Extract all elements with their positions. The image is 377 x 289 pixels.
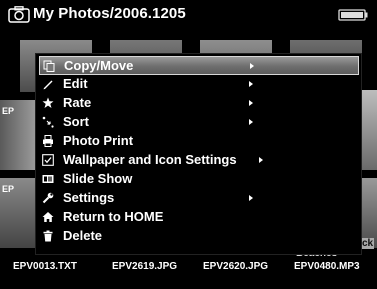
filename-row: EPV0013.TXT EPV2619.JPG EPV2620.JPG EPV0… [0, 261, 377, 275]
slideshow-icon [42, 175, 54, 183]
menu-item-delete[interactable]: Delete [36, 227, 361, 246]
menu-item-label: Copy/Move [64, 58, 134, 73]
menu-item-return-home[interactable]: Return to HOME [36, 208, 361, 227]
menu-item-photo-print[interactable]: Photo Print [36, 132, 361, 151]
menu-item-edit[interactable]: Edit [36, 75, 361, 94]
title-bar: My Photos/2006.1205 [0, 0, 377, 30]
wallpaper-icon [42, 154, 54, 166]
menu-item-label: Sort [63, 114, 89, 129]
chevron-right-icon [259, 157, 263, 163]
printer-icon [43, 135, 53, 147]
menu-item-slide-show[interactable]: Slide Show [36, 170, 361, 189]
pencil-icon [43, 80, 53, 90]
thumbnail-caption: ck [361, 238, 375, 249]
camera-icon [8, 6, 30, 23]
wrench-icon [42, 192, 54, 204]
filename: EPV2620.JPG [203, 261, 269, 272]
chevron-right-icon [250, 63, 254, 69]
sort-icon [42, 116, 54, 128]
menu-item-settings[interactable]: Settings [36, 189, 361, 208]
context-menu: Copy/Move Edit Rate Sort Photo Print Wal… [35, 53, 362, 255]
menu-item-label: Return to HOME [63, 209, 164, 224]
menu-item-label: Wallpaper and Icon Settings [63, 152, 237, 167]
menu-item-wallpaper-settings[interactable]: Wallpaper and Icon Settings [36, 151, 361, 170]
menu-item-label: Edit [63, 76, 88, 91]
battery-icon [338, 9, 368, 21]
filename: EPV0480.MP3 [294, 261, 360, 272]
star-icon [42, 97, 54, 108]
page-title: My Photos/2006.1205 [33, 5, 186, 22]
menu-item-copy-move[interactable]: Copy/Move [39, 56, 359, 75]
side-label: EP [2, 106, 15, 116]
menu-item-label: Delete [63, 228, 103, 243]
chevron-right-icon [249, 100, 253, 106]
menu-item-label: Slide Show [63, 171, 133, 186]
side-label: EP [2, 184, 15, 194]
chevron-right-icon [249, 81, 253, 87]
copy-icon [43, 60, 55, 72]
filename: EPV2619.JPG [112, 261, 178, 272]
menu-item-label: Settings [63, 190, 115, 205]
filename: EPV0013.TXT [13, 261, 77, 272]
trash-icon [43, 230, 53, 242]
menu-item-label: Rate [63, 95, 92, 110]
menu-item-label: Photo Print [63, 133, 134, 148]
menu-item-sort[interactable]: Sort [36, 113, 361, 132]
chevron-right-icon [249, 195, 253, 201]
home-icon [42, 212, 54, 222]
chevron-right-icon [249, 119, 253, 125]
menu-item-rate[interactable]: Rate [36, 94, 361, 113]
